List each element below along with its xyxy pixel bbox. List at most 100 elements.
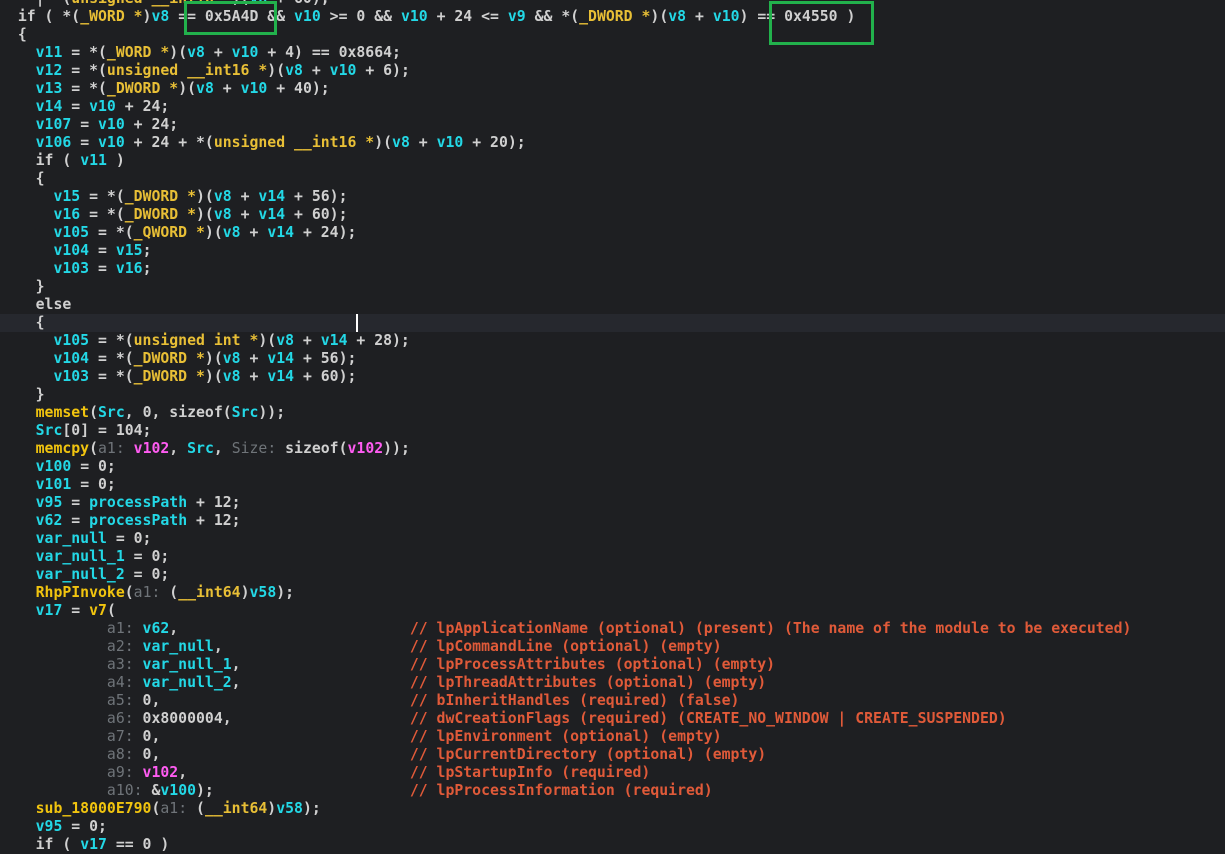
code-token: = xyxy=(89,260,116,277)
code-line[interactable]: memcpy(a1: v102, Src, Size: sizeof(v102)… xyxy=(0,440,1225,458)
code-line[interactable]: v12 = *(unsigned __int16 *)(v8 + v10 + 6… xyxy=(0,62,1225,80)
code-token: + xyxy=(204,44,232,61)
code-line[interactable]: v101 = 0; xyxy=(0,476,1225,494)
code-token: // dwCreationFlags (required) (CREATE_NO… xyxy=(409,710,1007,727)
code-token: __int64 xyxy=(204,800,268,817)
code-token: v100 xyxy=(160,782,197,799)
code-token: if ( xyxy=(0,836,81,853)
code-line[interactable]: v103 = v16; xyxy=(0,260,1225,278)
code-line[interactable]: } xyxy=(0,278,1225,296)
code-line[interactable]: a9: v102, // lpStartupInfo (required) xyxy=(0,764,1225,782)
code-line[interactable]: a8: 0, // lpCurrentDirectory (optional) … xyxy=(0,746,1225,764)
code-line[interactable]: v100 = 0; xyxy=(0,458,1225,476)
code-line[interactable]: v95 = processPath + 12; xyxy=(0,494,1225,512)
code-line[interactable]: a1: v62, // lpApplicationName (optional)… xyxy=(0,620,1225,638)
code-line[interactable]: a6: 0x8000004, // dwCreationFlags (requi… xyxy=(0,710,1225,728)
code-line[interactable]: a10: &v100); // lpProcessInformation (re… xyxy=(0,782,1225,800)
code-line[interactable]: v105 = *(_QWORD *)(v8 + v14 + 24); xyxy=(0,224,1225,242)
code-line[interactable]: sub_18000E790(a1: (__int64)v58); xyxy=(0,800,1225,818)
code-line[interactable]: { xyxy=(0,170,1225,188)
code-line[interactable]: v62 = processPath + 12; xyxy=(0,512,1225,530)
code-token: Size: xyxy=(231,440,286,457)
code-token: , xyxy=(213,440,232,457)
code-token: = xyxy=(62,98,90,115)
code-line[interactable]: v107 = v10 + 24; xyxy=(0,116,1225,134)
code-token: if ( *( xyxy=(0,8,81,25)
code-token: + 56); xyxy=(294,350,357,367)
code-line[interactable]: a4: var_null_2, // lpThreadAttributes (o… xyxy=(0,674,1225,692)
code-token: v11 xyxy=(80,152,107,169)
code-token: _DWORD * xyxy=(133,368,205,385)
code-line[interactable]: Src[0] = 104; xyxy=(0,422,1225,440)
code-line[interactable]: v17 = v7( xyxy=(0,602,1225,620)
code-line[interactable]: var_null = 0; xyxy=(0,530,1225,548)
code-token: + xyxy=(302,62,330,79)
code-line[interactable]: v11 = *(_WORD *)(v8 + v10 + 4) == 0x8664… xyxy=(0,44,1225,62)
code-line[interactable]: | (unsigned __int16 *)(v8 + 60); xyxy=(0,0,1225,8)
code-token: = *( xyxy=(62,80,107,97)
code-line[interactable]: v105 = *(unsigned int *)(v8 + v14 + 28); xyxy=(0,332,1225,350)
code-line[interactable]: else xyxy=(0,296,1225,314)
code-line[interactable]: if ( *(_WORD *)v8 == 0x5A4D && v10 >= 0 … xyxy=(0,8,1225,26)
code-editor[interactable]: | (unsigned __int16 *)(v8 + 60); if ( *(… xyxy=(0,0,1225,854)
code-token: // lpCurrentDirectory (optional) (empty) xyxy=(409,746,767,763)
code-token: + 60); xyxy=(267,0,329,7)
code-line[interactable]: { xyxy=(0,26,1225,44)
code-line[interactable]: v104 = v15; xyxy=(0,242,1225,260)
code-line[interactable]: a5: 0, // bInheritHandles (required) (fa… xyxy=(0,692,1225,710)
code-token: // bInheritHandles (required) (false) xyxy=(409,692,740,709)
code-token: ( xyxy=(89,440,99,457)
code-line[interactable]: v95 = 0; xyxy=(0,818,1225,836)
code-line[interactable]: if ( v17 == 0 ) xyxy=(0,836,1225,854)
code-token: v8 xyxy=(285,62,303,79)
code-line[interactable]: v103 = *(_DWORD *)(v8 + v14 + 60); xyxy=(0,368,1225,386)
code-line[interactable]: var_null_2 = 0; xyxy=(0,566,1225,584)
code-token: Src xyxy=(231,404,259,421)
code-token: v10 xyxy=(89,98,116,115)
code-token: _DWORD * xyxy=(579,8,651,25)
code-token: v17 xyxy=(80,836,107,853)
code-line[interactable]: v13 = *(_DWORD *)(v8 + v10 + 40); xyxy=(0,80,1225,98)
code-token: = 0; xyxy=(106,530,152,547)
code-line[interactable]: } xyxy=(0,386,1225,404)
code-line[interactable]: { xyxy=(0,314,1225,332)
code-token: a4: xyxy=(106,674,143,691)
code-line[interactable]: v14 = v10 + 24; xyxy=(0,98,1225,116)
code-token: + xyxy=(240,368,268,385)
code-token: , xyxy=(213,638,410,655)
code-token: v14 xyxy=(267,224,295,241)
code-token: v8 xyxy=(222,350,241,367)
code-token: ; xyxy=(142,260,152,277)
code-line[interactable]: a7: 0, // lpEnvironment (optional) (empt… xyxy=(0,728,1225,746)
code-token: , xyxy=(231,674,410,691)
code-line[interactable]: a3: var_null_1, // lpProcessAttributes (… xyxy=(0,656,1225,674)
code-token: // lpStartupInfo (required) xyxy=(409,764,651,781)
code-line[interactable]: RhpPInvoke(a1: (__int64)v58); xyxy=(0,584,1225,602)
code-line[interactable]: v104 = *(_DWORD *)(v8 + v14 + 56); xyxy=(0,350,1225,368)
code-token: v16 xyxy=(115,260,143,277)
code-token: )( xyxy=(204,350,223,367)
code-line[interactable]: a2: var_null, // lpCommandLine (optional… xyxy=(0,638,1225,656)
code-line[interactable]: v16 = *(_DWORD *)(v8 + v14 + 60); xyxy=(0,206,1225,224)
code-token: == 0x5A4D && xyxy=(169,8,295,25)
code-token: | xyxy=(0,0,62,7)
code-line[interactable]: if ( v11 ) xyxy=(0,152,1225,170)
code-line[interactable]: v15 = *(_DWORD *)(v8 + v14 + 56); xyxy=(0,188,1225,206)
code-token: sizeof( xyxy=(285,440,348,457)
code-token: + 60); xyxy=(294,368,357,385)
code-line[interactable]: var_null_1 = 0; xyxy=(0,548,1225,566)
code-token: } xyxy=(0,278,45,295)
code-token: v9 xyxy=(507,8,526,25)
code-line[interactable]: memset(Src, 0, sizeof(Src)); xyxy=(0,404,1225,422)
code-line[interactable]: v106 = v10 + 24 + *(unsigned __int16 *)(… xyxy=(0,134,1225,152)
code-token: v10 xyxy=(98,116,125,133)
code-token: v14 xyxy=(267,368,295,385)
